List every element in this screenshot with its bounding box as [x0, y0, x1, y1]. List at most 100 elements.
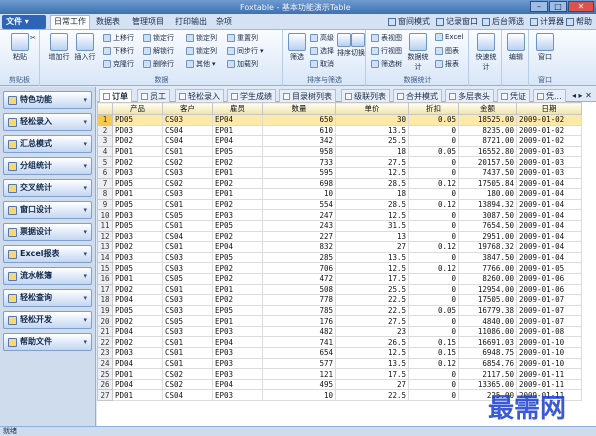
table-cell[interactable]: PD03 — [112, 230, 163, 243]
table-cell[interactable]: 2009-01-08 — [516, 325, 582, 338]
edit-button[interactable]: 编辑 — [505, 33, 527, 62]
table-row[interactable]: 23 PD03 CS01 EP03 654 12.5 0.15 6948.75 2009-01-… — [97, 347, 582, 359]
sidebar-item-ledger[interactable]: 流水帐簿 ▾ — [3, 267, 92, 285]
table-cell[interactable]: CS03 — [162, 294, 213, 306]
table-row[interactable]: 11 PD05 CS01 EP05 243 31.5 0 7654.50 2009-01-04 — [97, 219, 582, 232]
table-row[interactable]: 18 PD04 CS03 EP02 778 22.5 0 17505.00 2009-01-07 — [97, 294, 582, 306]
table-cell[interactable]: PD02 — [112, 315, 163, 327]
sidebar-item-features[interactable]: 特色功能 ▾ — [3, 91, 92, 109]
row-number[interactable]: 26 — [97, 378, 113, 391]
window-mode-button[interactable]: 窗间模式 — [388, 16, 430, 27]
table-cell[interactable]: 0 — [408, 294, 459, 306]
row-number[interactable]: 14 — [97, 251, 113, 264]
table-cell[interactable]: PD01 — [112, 145, 163, 158]
table-cell[interactable]: CS01 — [162, 145, 213, 158]
row-number[interactable]: 23 — [97, 347, 113, 359]
table-cell[interactable]: 554 — [262, 198, 336, 211]
table-cell[interactable]: 0.12 — [408, 177, 459, 190]
table-cell[interactable]: 18 — [335, 145, 409, 158]
row-number[interactable]: 13 — [97, 241, 113, 253]
table-cell[interactable]: 13.5 — [335, 124, 409, 137]
minimize-button[interactable]: – — [530, 1, 548, 12]
tab-more[interactable]: 凭... — [533, 89, 566, 102]
table-cell[interactable]: 11086.00 — [458, 325, 517, 338]
table-cell[interactable]: 2951.00 — [458, 230, 517, 243]
table-cell[interactable]: CS01 — [162, 347, 213, 359]
table-cell[interactable]: PD04 — [112, 325, 163, 338]
file-menu-button[interactable]: 文件 ▾ — [2, 15, 46, 29]
table-cell[interactable]: 0 — [408, 378, 459, 391]
table-cell[interactable]: PD03 — [112, 251, 163, 264]
table-cell[interactable]: 23 — [335, 325, 409, 338]
table-cell[interactable]: CS03 — [162, 325, 213, 338]
sidebar-item-bill-design[interactable]: 票据设计 ▾ — [3, 223, 92, 241]
sidebar-item-easy-dev[interactable]: 轻松开发 ▾ — [3, 311, 92, 329]
table-cell[interactable]: 0 — [408, 166, 459, 179]
table-cell[interactable]: 342 — [262, 135, 336, 147]
table-row[interactable]: 6 PD03 CS03 EP01 595 12.5 0 7437.50 2009-01-03 — [97, 166, 582, 179]
tab-scroll-arrows[interactable]: ◂ ▸ ✕ — [569, 89, 595, 102]
report-button[interactable]: 报表 — [435, 59, 459, 69]
table-cell[interactable]: EP05 — [212, 219, 263, 232]
table-cell[interactable]: CS04 — [162, 230, 213, 243]
row-number[interactable]: 12 — [97, 230, 113, 243]
table-cell[interactable]: 0.05 — [408, 145, 459, 158]
table-cell[interactable]: 17505.84 — [458, 177, 517, 190]
table-cell[interactable]: 2009-01-03 — [516, 145, 582, 158]
sidebar-item-easy-entry[interactable]: 轻松录入 ▾ — [3, 113, 92, 131]
window-button[interactable]: 窗口 — [533, 33, 557, 62]
table-cell[interactable]: 472 — [262, 272, 336, 285]
table-cell[interactable]: 3847.50 — [458, 251, 517, 264]
table-cell[interactable]: PD02 — [112, 156, 163, 168]
table-cell[interactable]: EP03 — [212, 325, 263, 338]
table-cell[interactable]: EP04 — [212, 114, 263, 126]
tab-merge-mode[interactable]: 合并模式 — [393, 89, 442, 102]
table-cell[interactable]: 27.5 — [335, 315, 409, 327]
table-cell[interactable]: 0.15 — [408, 336, 459, 349]
table-cell[interactable]: 31.5 — [335, 219, 409, 232]
table-cell[interactable]: 0.12 — [408, 241, 459, 253]
table-cell[interactable]: 2009-01-10 — [516, 336, 582, 349]
table-cell[interactable]: 2009-01-04 — [516, 198, 582, 211]
row-number[interactable]: 25 — [97, 368, 113, 380]
column-header[interactable]: 折扣 — [408, 102, 459, 115]
row-number[interactable]: 6 — [97, 166, 113, 179]
table-cell[interactable]: 25.5 — [335, 283, 409, 296]
table-cell[interactable]: 2009-01-04 — [516, 219, 582, 232]
table-cell[interactable]: 2009-01-02 — [516, 135, 582, 147]
help-button[interactable]: 帮助 — [566, 16, 592, 27]
table-cell[interactable]: 0 — [408, 219, 459, 232]
table-cell[interactable]: 4840.00 — [458, 315, 517, 327]
insert-row-button[interactable]: 插入行 — [73, 33, 97, 62]
table-cell[interactable]: CS05 — [162, 315, 213, 327]
table-cell[interactable]: 121 — [262, 368, 336, 380]
table-cell[interactable]: CS04 — [162, 389, 213, 402]
row-number[interactable]: 8 — [97, 188, 113, 200]
move-up-button[interactable]: 上移行 — [103, 33, 134, 43]
table-row[interactable]: 17 PD02 CS01 EP01 508 25.5 0 12954.00 2009-01-06 — [97, 283, 582, 296]
row-number[interactable]: 19 — [97, 304, 113, 317]
table-cell[interactable]: PD01 — [112, 272, 163, 285]
table-cell[interactable]: CS03 — [162, 188, 213, 200]
table-cell[interactable]: 0 — [408, 251, 459, 264]
table-cell[interactable]: 650 — [262, 114, 336, 126]
table-row[interactable]: 12 PD03 CS04 EP02 227 13 0 2951.00 2009-01-04 — [97, 230, 582, 243]
table-cell[interactable]: 26.5 — [335, 336, 409, 349]
table-row[interactable]: 15 PD05 CS03 EP02 706 12.5 0.12 7766.00 2009-01-… — [97, 262, 582, 274]
table-cell[interactable]: CS04 — [162, 135, 213, 147]
row-number[interactable]: 9 — [97, 198, 113, 211]
cancel-filter-button[interactable]: 取消 — [310, 59, 334, 69]
table-cell[interactable]: 243 — [262, 219, 336, 232]
table-cell[interactable]: 0 — [408, 368, 459, 380]
table-cell[interactable]: 2009-01-07 — [516, 294, 582, 306]
table-cell[interactable]: CS01 — [162, 357, 213, 370]
column-header[interactable]: 数量 — [262, 102, 336, 115]
table-cell[interactable]: 247 — [262, 209, 336, 221]
column-header[interactable]: 日期 — [516, 102, 582, 115]
table-cell[interactable]: PD02 — [112, 336, 163, 349]
table-cell[interactable]: 482 — [262, 325, 336, 338]
row-number[interactable]: 20 — [97, 315, 113, 327]
move-down-button[interactable]: 下移行 — [103, 46, 134, 56]
table-cell[interactable]: 22.5 — [335, 294, 409, 306]
table-cell[interactable]: EP01 — [212, 188, 263, 200]
